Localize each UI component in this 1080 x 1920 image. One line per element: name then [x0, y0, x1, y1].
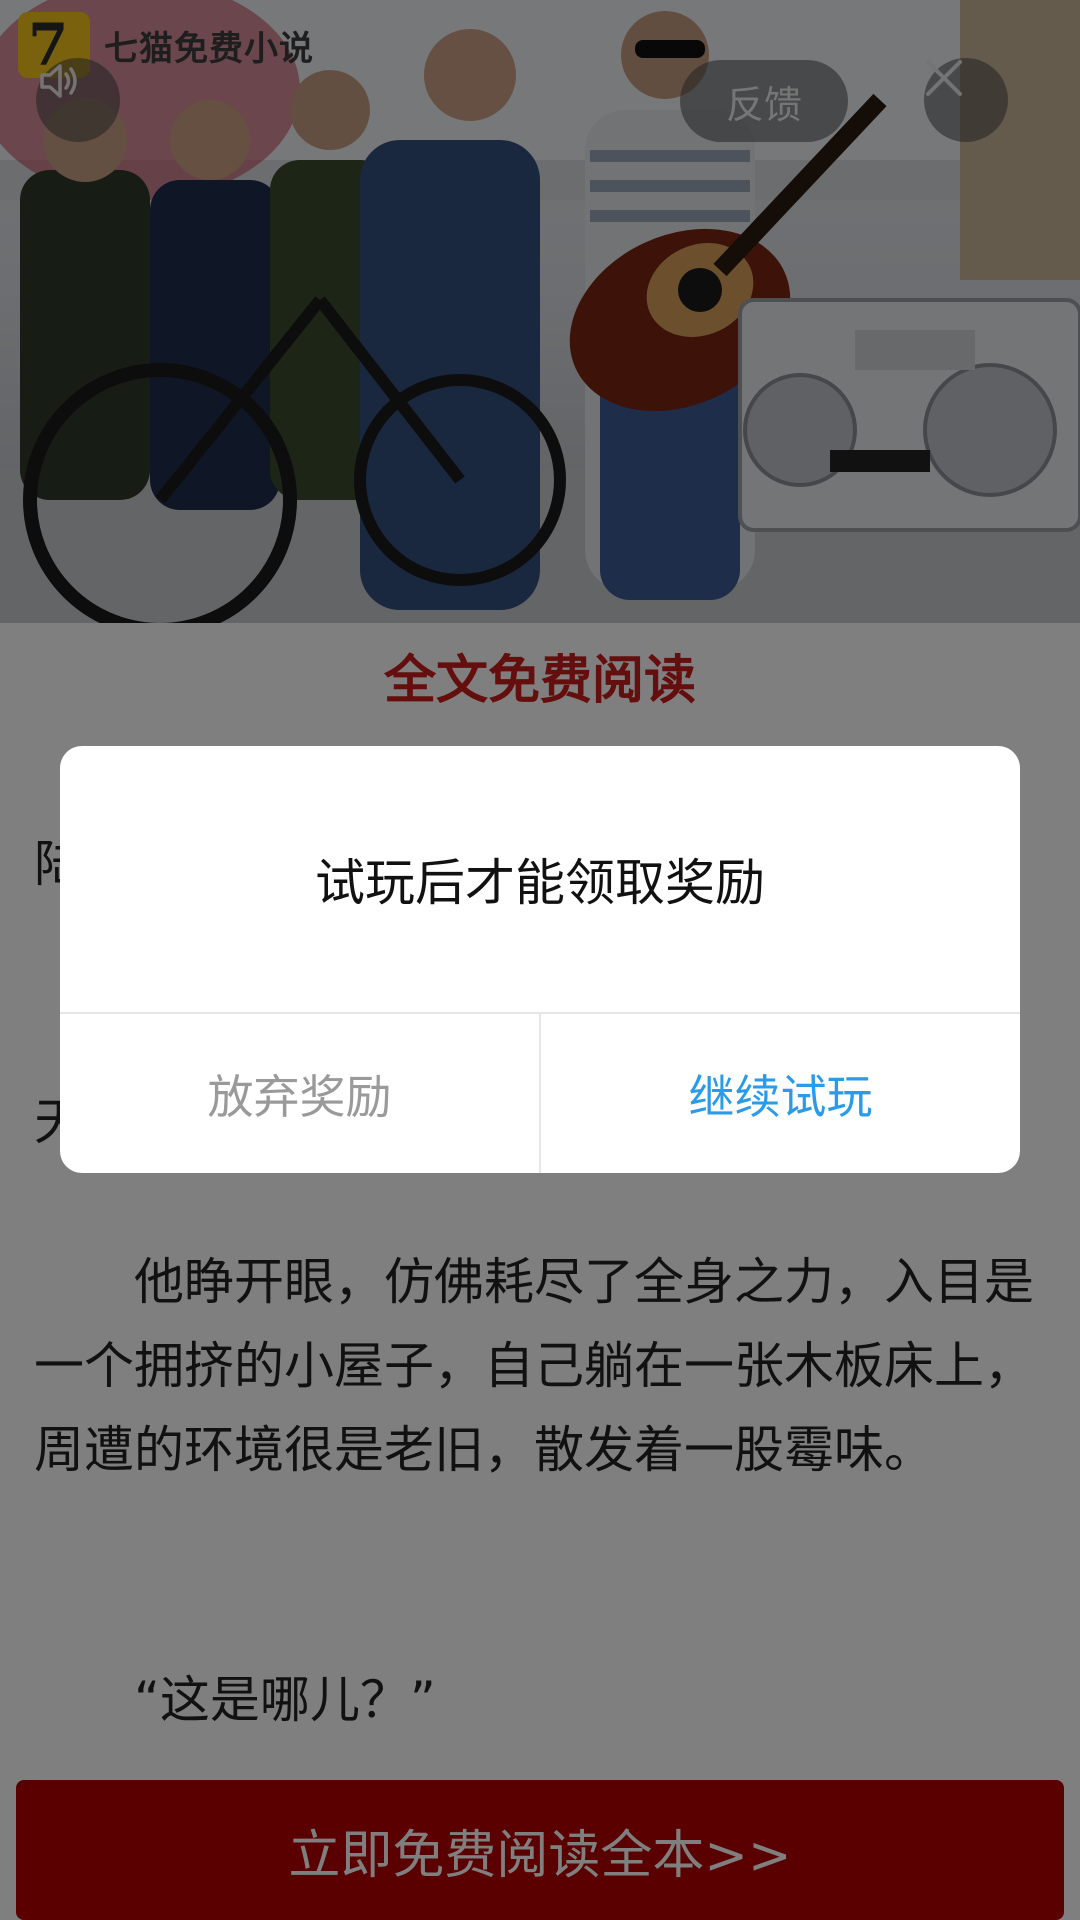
abandon-reward-button[interactable]: 放弃奖励 [60, 1014, 539, 1173]
screen: 7 七猫免费小说 反馈 全文免费阅读 陆 天 他睁开眼，仿佛耗尽了全身之力，入目… [0, 0, 1080, 1920]
reward-dialog: 试玩后才能领取奖励 放弃奖励 继续试玩 [60, 746, 1020, 1173]
continue-trial-button[interactable]: 继续试玩 [541, 1014, 1020, 1173]
dialog-message: 试玩后才能领取奖励 [315, 854, 765, 912]
